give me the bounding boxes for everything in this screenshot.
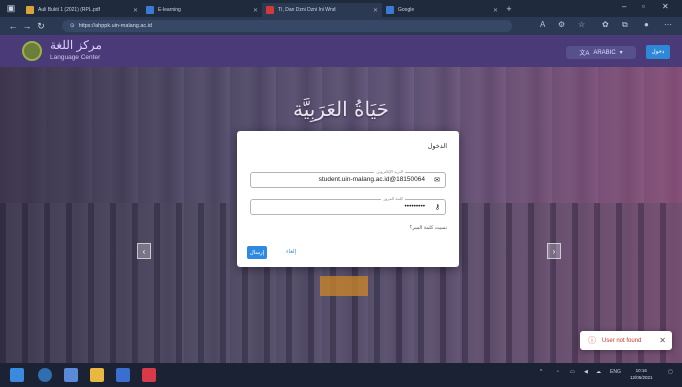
hero-title: حَيَاةُ العَرَبِيَّة (293, 97, 389, 121)
task-view-icon[interactable] (64, 368, 78, 382)
login-button[interactable]: دخول (646, 45, 670, 59)
edge-icon[interactable] (38, 368, 52, 382)
maximize-icon[interactable]: ▫ (642, 2, 645, 11)
email-field[interactable]: البريد الإلكتروني student.uin-malang.ac.… (250, 169, 446, 188)
next-slide-button[interactable]: › (547, 243, 561, 259)
new-tab-icon[interactable]: + (502, 4, 516, 14)
youtube-tab-icon (266, 6, 274, 14)
close-window-icon[interactable]: ✕ (662, 2, 669, 11)
collections-icon[interactable]: ⧉ (622, 20, 628, 30)
file-explorer-icon[interactable] (90, 368, 104, 382)
more-icon[interactable]: ⋯ (664, 20, 672, 29)
logo-icon[interactable] (22, 41, 42, 61)
url-field[interactable]: ⊙ https://ahppk.uin-malang.ac.id (62, 20, 512, 32)
hero-decorative-panel (320, 276, 368, 296)
logo-english-text[interactable]: Language Center (50, 54, 100, 61)
close-tab-icon[interactable]: ✕ (493, 7, 498, 14)
lock-icon: ⊙ (70, 23, 75, 29)
login-modal: الدخول البريد الإلكتروني student.uin-mal… (237, 131, 459, 267)
password-field[interactable]: كلمة المرور ••••••••• ⚷ (250, 196, 446, 215)
read-aloud-icon[interactable]: A (540, 20, 545, 29)
windows-taskbar: ^ ◔ ▭ ◀ ☁ ENG 10:16 12/05/2021 ▢ (0, 363, 682, 387)
tab-actions-icon[interactable]: ▣ (0, 3, 22, 14)
email-label: البريد الإلكتروني (374, 169, 405, 174)
close-toast-icon[interactable]: ✕ (659, 336, 666, 345)
favorite-icon[interactable]: ☆ (578, 20, 585, 29)
cancel-link[interactable]: إلغاء (286, 249, 296, 255)
back-icon[interactable]: ← (6, 21, 20, 31)
volume-icon[interactable]: ◀ (584, 369, 588, 375)
pdf-tab-icon (26, 6, 34, 14)
taskbar-clock[interactable]: 10:16 12/05/2021 (630, 367, 653, 381)
app-icon[interactable] (142, 368, 156, 382)
forgot-password-link[interactable]: نسيت كلمة السر؟ (410, 225, 447, 231)
reload-icon[interactable]: ↻ (34, 21, 48, 32)
extensions-icon[interactable]: ✿ (602, 20, 609, 29)
translate-icon: 文A (579, 51, 590, 57)
password-value: ••••••••• (404, 203, 425, 210)
tray-up-arrow-icon[interactable]: ^ (540, 369, 542, 375)
elearning-tab-icon (146, 6, 154, 14)
logo-arabic-text[interactable]: مركز اللغة (50, 38, 102, 52)
google-tab-icon (386, 6, 394, 14)
site-header: مركز اللغة Language Center 文A ARABIC ▾ د… (0, 35, 682, 67)
minimize-icon[interactable]: – (622, 2, 626, 11)
close-tab-icon[interactable]: ✕ (133, 7, 138, 14)
language-indicator[interactable]: ENG (610, 369, 621, 375)
prev-slide-button[interactable]: ‹ (137, 243, 151, 259)
chevron-down-icon: ▾ (619, 50, 623, 56)
profile-icon[interactable]: ● (644, 20, 649, 29)
network-icon[interactable]: ◔ (556, 369, 559, 375)
email-value: student.uin-malang.ac.id@18150064 (318, 176, 425, 183)
password-label: كلمة المرور (381, 196, 405, 201)
close-tab-icon[interactable]: ✕ (373, 7, 378, 14)
language-selector[interactable]: 文A ARABIC ▾ (566, 46, 636, 59)
start-icon[interactable] (10, 368, 24, 382)
extension-icon[interactable]: ⚙ (558, 20, 565, 29)
word-icon[interactable] (116, 368, 130, 382)
battery-icon[interactable]: ▭ (570, 369, 575, 375)
browser-tab-1[interactable]: Auli Bukti 1 (2021) (RPL.pdf ✕ (22, 3, 142, 17)
error-toast: ⓘ User not found ✕ (580, 331, 672, 350)
browser-tab-2[interactable]: E-learning ✕ (142, 3, 262, 17)
browser-tab-4[interactable]: Google ✕ (382, 3, 502, 17)
alert-icon: ⓘ (588, 336, 596, 345)
toast-message: User not found (602, 337, 642, 344)
modal-title: الدخول (427, 143, 447, 150)
forward-icon[interactable]: → (20, 21, 34, 31)
browser-tab-strip: ▣ Auli Bukti 1 (2021) (RPL.pdf ✕ E-learn… (0, 0, 682, 17)
send-button[interactable]: إرسال (247, 246, 267, 259)
key-icon: ⚷ (434, 204, 440, 211)
mail-icon: ✉ (434, 177, 440, 184)
browser-tab-3[interactable]: TI, Dan Dzni Dzni Ini Wnd ✕ (262, 3, 382, 17)
onedrive-icon[interactable]: ☁ (596, 369, 601, 375)
browser-address-bar: ← → ↻ ⊙ https://ahppk.uin-malang.ac.id A… (0, 17, 682, 35)
close-tab-icon[interactable]: ✕ (253, 7, 258, 14)
notification-icon[interactable]: ▢ (668, 369, 673, 375)
